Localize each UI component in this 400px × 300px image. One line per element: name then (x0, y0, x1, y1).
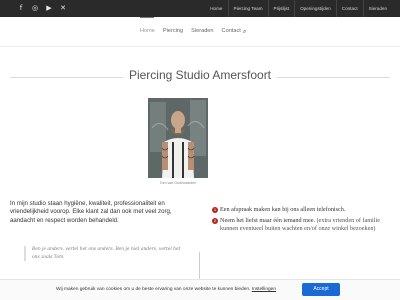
page-title: Piercing Studio Amersfoort (0, 68, 400, 82)
list-item: 2 Neem het liefst maar één iemand mee. (… (212, 217, 382, 233)
top-nav: Home Piercing Team Prijslijst Openingsti… (205, 0, 392, 17)
main-nav: Home Piercing Sieraden Contact ⌕ (0, 17, 400, 47)
info-list: 1 Een afspraak maken kan bij ons alleen … (212, 206, 382, 236)
accept-button[interactable]: Accept (302, 283, 340, 296)
quote-block: Ben je anders, vertel het ons anders. Be… (24, 246, 184, 262)
facebook-icon[interactable]: f (17, 4, 25, 12)
cookie-message: Wij maken gebruik van cookies om u de be… (56, 287, 276, 292)
bullet-text: Een afspraak maken kan bij ons alleen te… (220, 206, 346, 213)
youtube-icon[interactable]: ▶ (45, 4, 53, 12)
intro-text: In mijn studio staan hygiëne, kwaliteit,… (10, 200, 172, 224)
x-icon[interactable]: ✕ (59, 4, 67, 12)
nav-contact[interactable]: Contact (222, 28, 241, 34)
bullet-number: 1 (212, 207, 218, 213)
divider (199, 252, 200, 279)
nav-sieraden[interactable]: Sieraden (191, 28, 213, 34)
social-links: f ◎ ▶ ✕ (17, 4, 67, 12)
nav-home[interactable]: Home (140, 28, 155, 34)
cookie-settings-link[interactable]: Instellingen (252, 287, 276, 292)
cookie-bar: Wij maken gebruik van cookies om u de be… (0, 279, 400, 300)
photo-caption: Tom van Oudenaarden (159, 181, 197, 185)
list-item: 1 Een afspraak maken kan bij ons alleen … (212, 206, 382, 214)
active-indicator (140, 17, 154, 18)
cookie-text: Wij maken gebruik van cookies om u de be… (56, 287, 251, 292)
bullet-number: 2 (212, 218, 218, 224)
topnav-prijslijst[interactable]: Prijslijst (267, 0, 295, 17)
topnav-sieraden[interactable]: Sieraden (362, 0, 392, 17)
topnav-contact[interactable]: Contact (335, 0, 363, 17)
portrait-photo (148, 98, 208, 178)
topnav-home[interactable]: Home (205, 0, 227, 17)
topnav-piercing-team[interactable]: Piercing Team (227, 0, 268, 17)
portrait-illustration (148, 98, 208, 178)
search-icon[interactable]: ⌕ (243, 28, 246, 36)
topnav-openingstijden[interactable]: Openingstijden (294, 0, 336, 17)
nav-piercing[interactable]: Piercing (163, 28, 183, 34)
bullet-text: Neem het liefst maar één iemand mee. (220, 217, 316, 224)
top-bar: f ◎ ▶ ✕ Home Piercing Team Prijslijst Op… (0, 0, 400, 17)
instagram-icon[interactable]: ◎ (31, 4, 39, 12)
